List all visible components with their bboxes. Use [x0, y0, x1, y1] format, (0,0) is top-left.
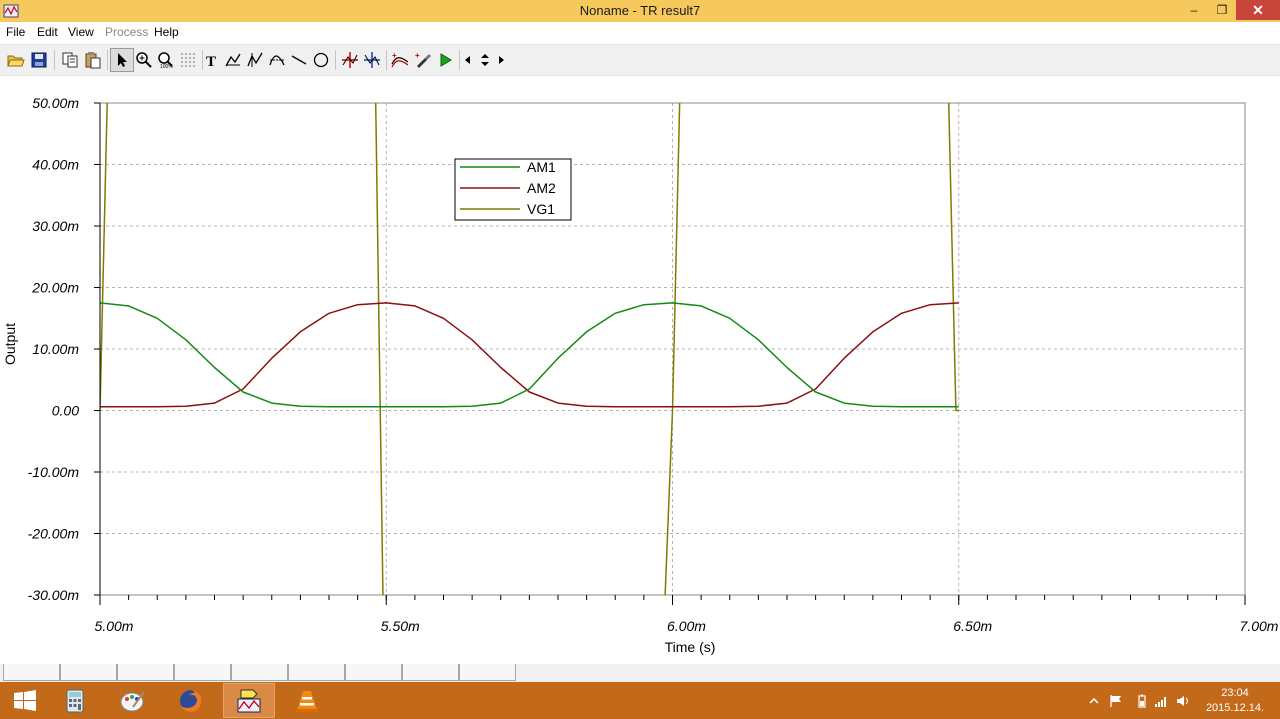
y-tick-label: 10.00m [32, 341, 79, 357]
result-tab[interactable] [459, 664, 516, 681]
menu-view[interactable]: View [68, 22, 94, 42]
x-tick-label: 6.50m [953, 618, 992, 634]
legend-label-am2: AM2 [527, 180, 556, 196]
minimize-button[interactable]: ‒ [1180, 0, 1208, 20]
x-axis-label: Time (s) [665, 639, 716, 655]
svg-text:+: + [415, 51, 420, 60]
copy-icon[interactable] [59, 49, 81, 71]
result-tab[interactable] [174, 664, 231, 681]
result-tab[interactable] [231, 664, 288, 681]
start-icon[interactable] [0, 684, 50, 717]
add-marker-icon[interactable]: + [412, 49, 434, 71]
axes: 50.00m 40.00m 30.00m 20.00m 10.00m 0.00 -10.00… [28, 95, 1279, 634]
x-tick-label: 5.00m [95, 618, 134, 634]
taskbar: 23:04 2015.12.14. [0, 682, 1280, 719]
select-arrow-icon[interactable] [110, 48, 134, 72]
cursor-c-icon[interactable] [266, 49, 288, 71]
circle-tool-icon[interactable] [310, 49, 332, 71]
clock-time: 23:04 [1221, 687, 1249, 699]
run-icon[interactable] [434, 49, 456, 71]
y-tick-label: 0.00 [52, 403, 79, 419]
text-icon[interactable]: T [200, 49, 222, 71]
result-tab-strip [0, 664, 1280, 682]
menu-file[interactable]: File [6, 22, 25, 42]
system-clock[interactable]: 23:04 2015.12.14. [1200, 686, 1270, 716]
y-tick-label: -10.00m [28, 464, 80, 480]
y-tick-label: -30.00m [28, 587, 80, 603]
result-tab[interactable] [402, 664, 459, 681]
menu-bar: File Edit View Process Help [0, 22, 1280, 42]
open-folder-icon[interactable] [5, 49, 27, 71]
scroll-right-icon[interactable] [494, 49, 508, 71]
save-icon[interactable] [28, 49, 50, 71]
x-tick-label: 7.00m [1240, 618, 1279, 634]
wifi-signal-icon[interactable] [1152, 682, 1170, 719]
grid-lines [100, 103, 1245, 595]
cursor-b-icon[interactable] [244, 49, 266, 71]
paste-icon[interactable] [82, 49, 104, 71]
scroll-updown-icon[interactable] [476, 49, 494, 71]
y-axis-label: Output [2, 323, 18, 365]
legend-label-am1: AM1 [527, 159, 556, 175]
clock-date: 2015.12.14. [1205, 702, 1265, 714]
paint-icon[interactable] [108, 684, 158, 717]
toolbar: 100% T + + [0, 44, 1280, 76]
result-tab[interactable] [3, 664, 60, 681]
vlc-icon[interactable] [282, 684, 332, 717]
show-hidden-icons-icon[interactable] [1086, 682, 1102, 719]
tina-icon[interactable] [223, 683, 275, 718]
volume-icon[interactable] [1174, 682, 1192, 719]
y-tick-label: 20.00m [31, 280, 79, 296]
scroll-left-icon[interactable] [461, 49, 475, 71]
title-bar: Noname - TR result7 ‒ ❐ ✕ [0, 0, 1280, 22]
zoom-100-icon[interactable]: 100% [155, 49, 177, 71]
svg-text:+: + [392, 51, 397, 60]
battery-icon[interactable] [1134, 682, 1150, 719]
firefox-icon[interactable] [166, 684, 216, 717]
result-tab[interactable] [117, 664, 174, 681]
grid-icon[interactable] [177, 49, 199, 71]
y-tick-label: -20.00m [28, 526, 80, 542]
legend[interactable]: AM1 AM2 VG1 [454, 158, 572, 221]
cursor-a-icon[interactable] [222, 49, 244, 71]
series-am2-line [100, 302, 959, 408]
result-tab[interactable] [60, 664, 117, 681]
menu-process[interactable]: Process [105, 22, 148, 42]
calculator-icon[interactable] [50, 684, 100, 717]
line-tool-icon[interactable] [288, 49, 310, 71]
close-button[interactable]: ✕ [1236, 0, 1280, 20]
add-curve-icon[interactable]: + [389, 49, 411, 71]
legend-label-vg1: VG1 [527, 201, 555, 217]
crosshair-red-icon[interactable] [339, 49, 361, 71]
menu-edit[interactable]: Edit [37, 22, 58, 42]
plot-area[interactable]: 50.00m 40.00m 30.00m 20.00m 10.00m 0.00 -10.00… [0, 90, 1280, 664]
result-tab[interactable] [345, 664, 402, 681]
action-center-flag-icon[interactable] [1106, 682, 1126, 719]
result-tab[interactable] [288, 664, 345, 681]
window-title: Noname - TR result7 [579, 3, 701, 18]
zoom-in-icon[interactable] [133, 49, 155, 71]
x-tick-label: 5.50m [381, 618, 420, 634]
svg-text:100%: 100% [160, 64, 173, 69]
y-tick-label: 40.00m [32, 157, 79, 173]
menu-help[interactable]: Help [154, 22, 179, 42]
crosshair-blue-icon[interactable] [361, 49, 383, 71]
maximize-button[interactable]: ❐ [1208, 0, 1236, 20]
svg-text:T: T [206, 54, 216, 69]
y-tick-label: 30.00m [32, 218, 79, 234]
y-tick-label: 50.00m [32, 95, 79, 111]
x-tick-label: 6.00m [667, 618, 706, 634]
